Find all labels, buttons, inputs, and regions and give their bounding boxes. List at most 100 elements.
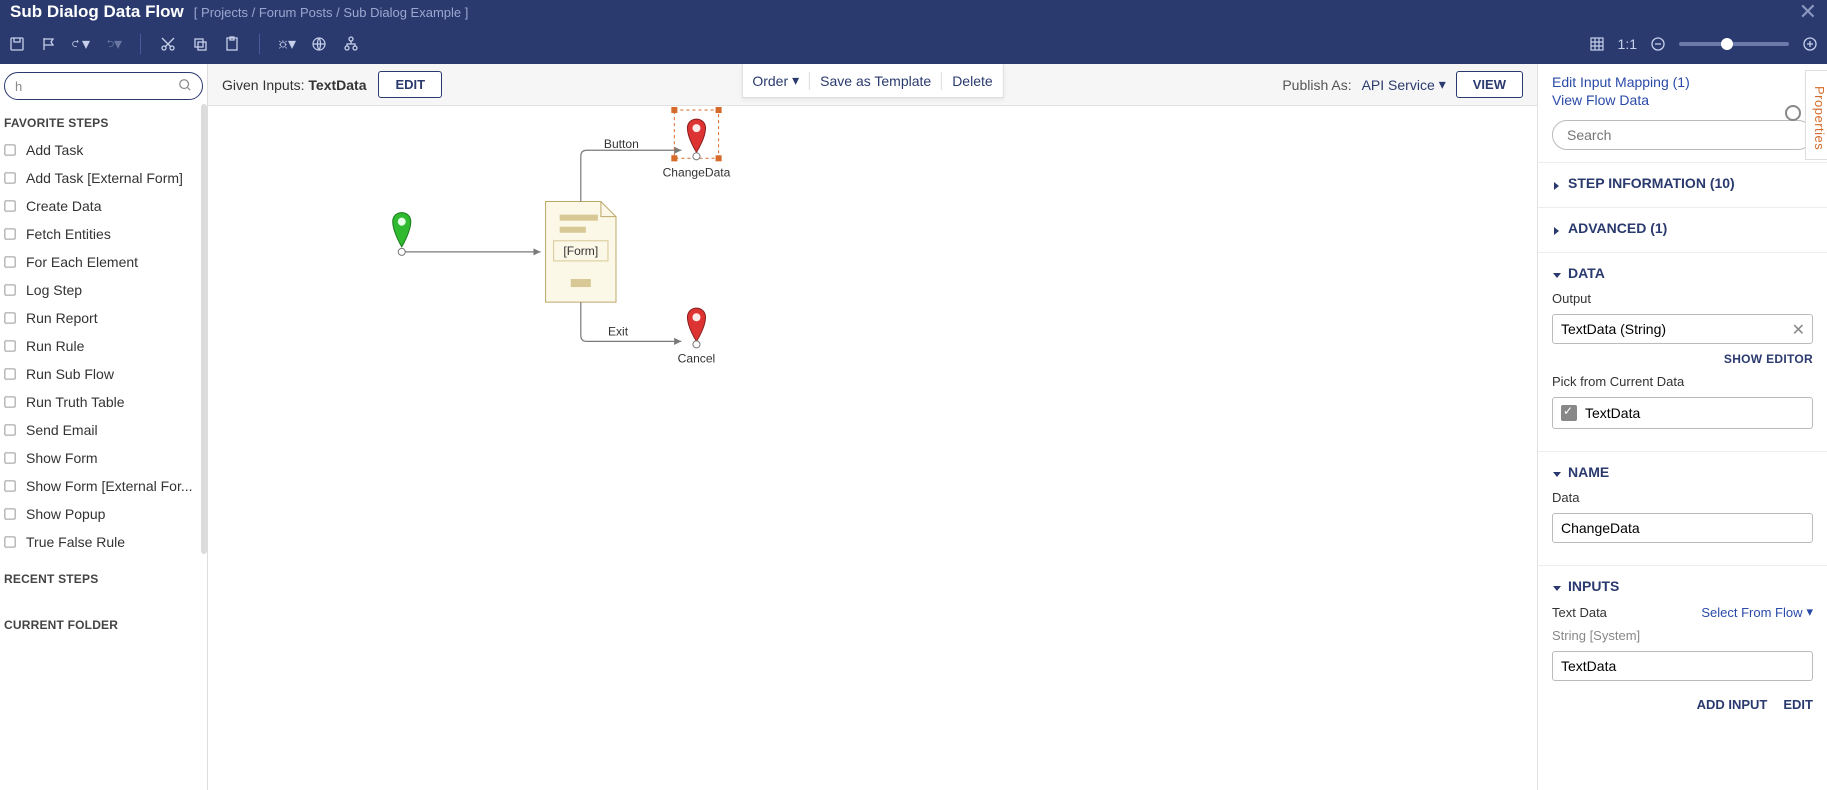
favorite-step-item[interactable]: Show Form [External For...: [0, 472, 207, 500]
step-label: Run Truth Table: [26, 394, 125, 410]
save-icon[interactable]: [8, 35, 26, 53]
close-icon[interactable]: ✕: [1799, 0, 1817, 25]
edit-inputs-button[interactable]: EDIT: [378, 71, 442, 98]
add-input-link[interactable]: ADD INPUT: [1697, 697, 1768, 712]
form-node[interactable]: [Form]: [546, 202, 616, 303]
step-icon: [4, 199, 18, 213]
step-label: Send Email: [26, 422, 98, 438]
zoom-out-icon[interactable]: [1649, 35, 1667, 53]
step-label: True False Rule: [26, 534, 125, 550]
step-icon: [4, 255, 18, 269]
canvas-area: Given Inputs: TextData EDIT Publish As: …: [208, 64, 1537, 790]
favorite-step-item[interactable]: Log Step: [0, 276, 207, 304]
chevron-down-icon: ▾: [792, 72, 799, 89]
input-type-label: String [System]: [1552, 628, 1813, 643]
output-label: Output: [1552, 291, 1813, 306]
zoom-in-icon[interactable]: [1801, 35, 1819, 53]
delete-action[interactable]: Delete: [952, 73, 992, 89]
favorite-step-item[interactable]: Run Report: [0, 304, 207, 332]
data-section[interactable]: DATA: [1538, 261, 1827, 285]
step-icon: [4, 479, 18, 493]
properties-search[interactable]: [1552, 120, 1813, 150]
favorite-step-item[interactable]: Add Task: [0, 136, 207, 164]
start-node[interactable]: [393, 213, 411, 256]
zoom-label: 1:1: [1618, 36, 1637, 52]
properties-side-tab[interactable]: Properties: [1805, 70, 1827, 160]
redo-icon[interactable]: ▾: [104, 35, 122, 53]
inputs-section[interactable]: INPUTS: [1538, 574, 1827, 598]
scrollbar[interactable]: [201, 104, 207, 554]
paste-icon[interactable]: [223, 35, 241, 53]
clear-icon[interactable]: ✕: [1792, 320, 1805, 340]
step-icon: [4, 367, 18, 381]
copy-icon[interactable]: [191, 35, 209, 53]
debug-icon[interactable]: ▾: [278, 35, 296, 53]
zoom-slider[interactable]: [1679, 42, 1789, 46]
view-button[interactable]: VIEW: [1456, 71, 1523, 98]
hierarchy-icon[interactable]: [342, 35, 360, 53]
globe-icon[interactable]: [310, 35, 328, 53]
favorite-step-item[interactable]: Run Sub Flow: [0, 360, 207, 388]
favorite-step-item[interactable]: Show Form: [0, 444, 207, 472]
undo-icon[interactable]: ▾: [72, 35, 90, 53]
step-information-section[interactable]: STEP INFORMATION (10): [1538, 171, 1827, 195]
chevron-down-icon: [1552, 268, 1562, 278]
chevron-down-icon: ▾: [1806, 604, 1813, 620]
favorite-step-item[interactable]: Run Truth Table: [0, 388, 207, 416]
input-text-data-field[interactable]: [1552, 651, 1813, 681]
name-section[interactable]: NAME: [1538, 460, 1827, 484]
grid-icon[interactable]: [1588, 35, 1606, 53]
given-inputs-label: Given Inputs: TextData: [222, 77, 366, 93]
pick-textdata-checkbox[interactable]: TextData: [1552, 397, 1813, 429]
view-flow-data-link[interactable]: View Flow Data: [1552, 92, 1813, 108]
order-action[interactable]: Order▾: [752, 72, 799, 89]
cut-icon[interactable]: [159, 35, 177, 53]
cancel-node[interactable]: Cancel: [678, 308, 716, 365]
step-label: Log Step: [26, 282, 82, 298]
step-label: Show Form: [26, 450, 98, 466]
step-icon: [4, 283, 18, 297]
show-editor-link[interactable]: SHOW EDITOR: [1552, 352, 1813, 366]
inputs-edit-link[interactable]: EDIT: [1783, 697, 1813, 712]
step-icon: [4, 535, 18, 549]
favorite-step-item[interactable]: Fetch Entities: [0, 220, 207, 248]
form-label: [Form]: [563, 244, 598, 258]
step-icon: [4, 143, 18, 157]
recent-header: RECENT STEPS: [0, 564, 207, 592]
publish-as-select[interactable]: API Service▾: [1362, 76, 1446, 93]
flag-icon[interactable]: [40, 35, 58, 53]
favorite-step-item[interactable]: Create Data: [0, 192, 207, 220]
input-text-data-label: Text Data: [1552, 605, 1607, 620]
favorite-step-item[interactable]: For Each Element: [0, 248, 207, 276]
step-icon: [4, 339, 18, 353]
step-icon: [4, 451, 18, 465]
properties-panel: Edit Input Mapping (1) View Flow Data ST…: [1537, 64, 1827, 790]
step-label: Run Rule: [26, 338, 84, 354]
favorite-step-item[interactable]: Add Task [External Form]: [0, 164, 207, 192]
favorite-step-item[interactable]: True False Rule: [0, 528, 207, 556]
favorite-step-item[interactable]: Run Rule: [0, 332, 207, 360]
step-label: Run Sub Flow: [26, 366, 114, 382]
chevron-right-icon: [1552, 178, 1562, 188]
flow-canvas[interactable]: [Form] Button ChangeData: [208, 106, 1537, 790]
step-label: Create Data: [26, 198, 101, 214]
chevron-down-icon: [1552, 581, 1562, 591]
advanced-section[interactable]: ADVANCED (1): [1538, 216, 1827, 240]
save-template-action[interactable]: Save as Template: [820, 73, 931, 89]
steps-search[interactable]: h: [4, 72, 203, 100]
edge-label-exit: Exit: [608, 324, 629, 338]
name-field[interactable]: [1552, 513, 1813, 543]
favorite-step-item[interactable]: Send Email: [0, 416, 207, 444]
step-label: Run Report: [26, 310, 98, 326]
step-label: Fetch Entities: [26, 226, 111, 242]
changedata-node[interactable]: ChangeData: [663, 107, 731, 179]
output-field[interactable]: [1552, 314, 1813, 344]
checkbox-checked-icon: [1561, 405, 1577, 421]
favorite-step-item[interactable]: Show Popup: [0, 500, 207, 528]
edit-input-mapping-link[interactable]: Edit Input Mapping (1): [1552, 74, 1813, 90]
edge-label-button: Button: [604, 137, 639, 151]
step-label: Show Form [External For...: [26, 478, 193, 494]
step-label: Add Task [External Form]: [26, 170, 183, 186]
select-from-flow[interactable]: Select From Flow▾: [1701, 604, 1813, 620]
chevron-down-icon: ▾: [1439, 76, 1446, 93]
